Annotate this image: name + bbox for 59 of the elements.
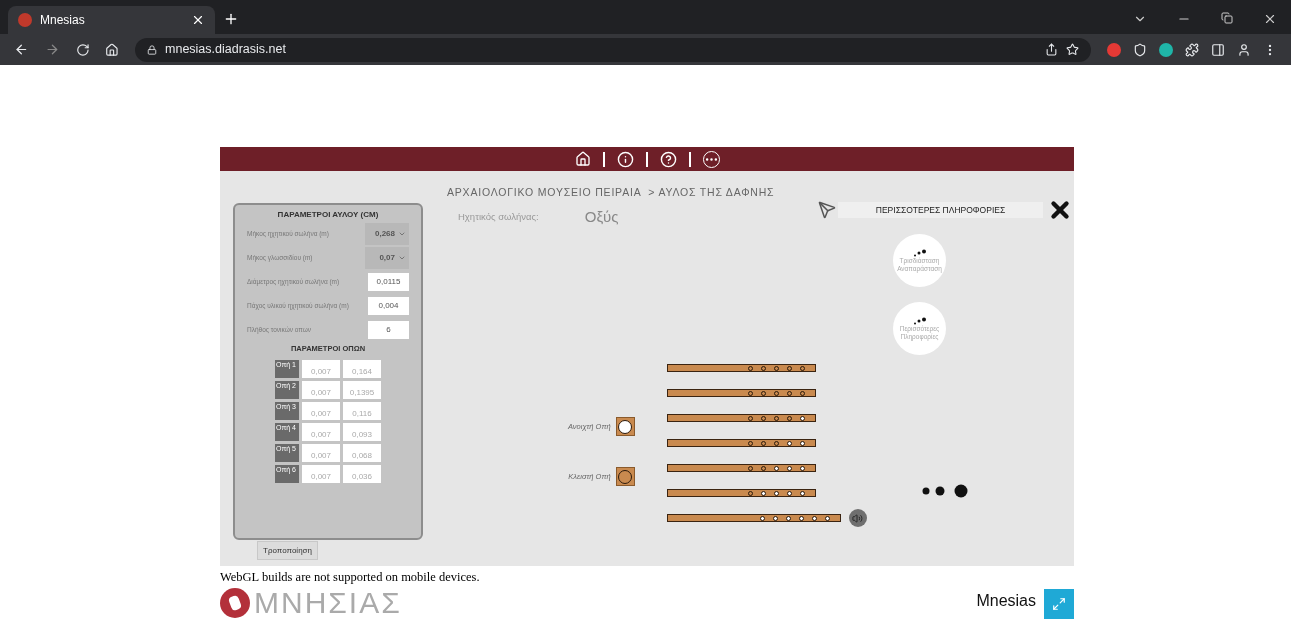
distance-field[interactable]: 0,068 [343,444,381,463]
modify-button[interactable]: Τροποποίηση [257,541,318,560]
diameter-field[interactable]: 0,007 [302,402,340,421]
mobile-notice: WebGL builds are not supported on mobile devices. [220,569,480,586]
profile-icon[interactable] [1237,42,1251,57]
share-icon[interactable] [1045,43,1058,56]
address-bar[interactable]: mnesias.diadrasis.net [135,37,1091,62]
shield-icon[interactable] [1133,42,1147,57]
info-icon[interactable] [616,150,634,168]
paper-plane-icon[interactable] [818,201,836,219]
distance-field[interactable]: 0,116 [343,402,381,421]
close-icon[interactable] [191,13,205,27]
extension-icon[interactable] [1107,42,1121,57]
browser-tab[interactable]: Mnesias [8,6,215,34]
dots-icon [912,316,927,325]
site-icon [18,13,32,27]
close-icon[interactable] [1263,12,1277,26]
distance-field[interactable]: 0,036 [343,465,381,484]
diameter-field[interactable]: 0,007 [302,444,340,463]
speaker-icon [852,512,864,524]
tube-label: Ηχητικός σωλήνας: [458,209,539,224]
distance-field[interactable]: 0,164 [343,360,381,379]
tab-title: Mnesias [40,12,86,29]
dots-icon[interactable] [922,484,968,498]
diameter-field[interactable]: 0,007 [302,465,340,484]
diameter-field[interactable]: 0,007 [302,381,340,400]
forward-icon[interactable] [44,42,60,57]
home-icon[interactable] [574,151,591,167]
url-text: mnesias.diadrasis.net [165,41,287,59]
value-field[interactable]: 6 [368,320,409,339]
dots-icon [912,248,927,257]
tube-value: Οξύς [584,206,619,227]
extensions-icon[interactable] [1185,42,1199,57]
speaker-button[interactable] [848,509,867,528]
side-panel-icon[interactable] [1211,42,1225,57]
new-tab-icon[interactable] [223,11,239,27]
fullscreen-icon [1052,596,1066,611]
lock-icon [147,44,158,55]
panel-title: ΠΑΡΑΜΕΤΡΟΙ ΑΥΛΟΥ (CM) [276,209,380,221]
diameter-field[interactable]: 0,007 [302,423,340,442]
info-bar[interactable]: ΠΕΡΙΣΣΟΤΕΡΕΣ ΠΛΗΡΟΦΟΡΙΕΣ [838,202,1043,218]
reload-icon[interactable] [75,42,90,57]
distance-field[interactable]: 0,1395 [343,381,381,400]
diameter-field[interactable]: 0,007 [302,360,340,379]
value-field[interactable]: 0,004 [368,296,409,315]
footer-title: Mnesias [976,590,1036,611]
value-dropdown[interactable]: 0,07 [365,246,409,269]
home-icon[interactable] [105,42,120,57]
fullscreen-button[interactable] [1044,588,1074,619]
logo-text: ΜΝΗΣΙΑΣ [254,586,402,619]
value-dropdown[interactable]: 0,268 [365,222,409,245]
extension-icon[interactable] [1159,42,1173,57]
help-icon[interactable] [659,150,677,168]
value-field[interactable]: 0,0115 [368,272,409,291]
bookmark-icon[interactable] [1066,43,1079,56]
restore-icon[interactable] [1221,12,1233,24]
breadcrumb: ΑΡΧΑΙΟΛΟΓΙΚΟ ΜΟΥΣΕΙΟ ΠΕΙΡΑΙΑ > ΑΥΛΟΣ ΤΗΣ ΔΑΦΝΗΣ [447,185,775,200]
back-icon[interactable] [14,42,29,57]
distance-field[interactable]: 0,093 [343,423,381,442]
